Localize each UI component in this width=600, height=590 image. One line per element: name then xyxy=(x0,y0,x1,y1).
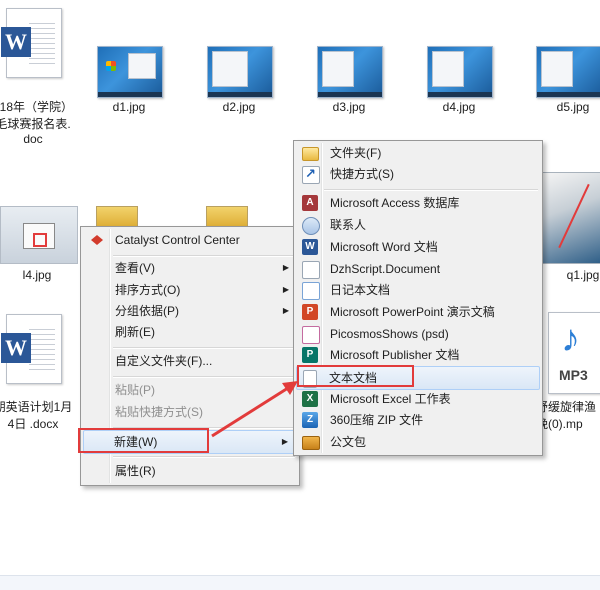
annotation-arrow-icon xyxy=(211,381,298,438)
